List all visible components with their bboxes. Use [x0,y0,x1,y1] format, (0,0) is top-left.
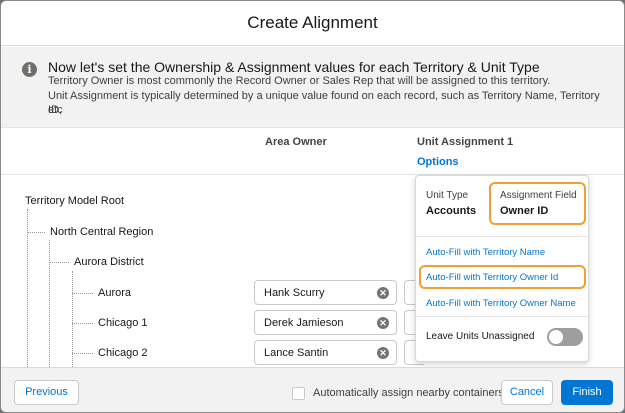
autofill-territory-owner-name-link[interactable]: Auto-Fill with Territory Owner Name [426,298,576,309]
modal-header: Create Alignment [1,1,624,46]
tree-connector-row [72,353,93,354]
column-header-unit-assignment: Unit Assignment 1 [417,136,514,148]
unit-type-value: Accounts [426,205,477,217]
autofill-territory-owner-id-link[interactable]: Auto-Fill with Territory Owner Id [426,272,558,283]
tree-node-territory[interactable]: Chicago 2 [98,347,148,359]
tree-connector-district [49,262,69,263]
tree-node-root[interactable]: Territory Model Root [25,195,124,207]
area-owner-input[interactable]: Hank Scurry ✕ [254,280,397,305]
tree-connector-row [72,323,93,324]
clear-icon[interactable]: ✕ [377,317,389,329]
info-icon: i [22,62,37,77]
tree-node-district[interactable]: Aurora District [74,256,144,268]
leave-unassigned-toggle[interactable] [547,328,583,346]
tree-connector-region-children [49,240,50,367]
auto-assign-label: Automatically assign nearby containers [313,387,504,399]
area-owner-value: Derek Jamieson [264,317,344,329]
assignment-field-value: Owner ID [500,205,549,217]
options-popover: Unit Type Accounts Assignment Field Owne… [415,175,589,362]
column-header-area-owner: Area Owner [265,136,327,148]
options-link[interactable]: Options [417,156,459,168]
info-banner: i Now let's set the Ownership & Assignme… [1,47,624,128]
tree-connector-row [72,293,93,294]
tree-node-territory[interactable]: Chicago 1 [98,317,148,329]
info-line-owner: Territory Owner is most commonly the Rec… [48,75,551,87]
toggle-knob [549,330,563,344]
assignment-field-highlight [489,182,586,225]
create-alignment-modal: Create Alignment i Now let's set the Own… [0,0,625,413]
area-owner-input[interactable]: Derek Jamieson ✕ [254,310,397,335]
autofill-territory-name-link[interactable]: Auto-Fill with Territory Name [426,247,545,258]
unit-type-label: Unit Type [426,190,469,201]
tree-connector-region [27,232,45,233]
popover-divider [416,316,588,317]
tree-node-region[interactable]: North Central Region [50,226,153,238]
area-owner-input[interactable]: Lance Santin ✕ [254,340,397,365]
clear-icon[interactable]: ✕ [377,287,389,299]
modal-footer: Previous Automatically assign nearby con… [1,367,624,412]
info-title: Now let's set the Ownership & Assignment… [48,59,540,75]
auto-assign-checkbox[interactable] [292,387,305,400]
previous-button[interactable]: Previous [14,380,79,405]
area-owner-value: Lance Santin [264,347,329,359]
finish-button[interactable]: Finish [561,380,613,405]
popover-divider [416,236,588,237]
cancel-button[interactable]: Cancel [501,380,553,405]
clear-icon[interactable]: ✕ [377,347,389,359]
modal-title: Create Alignment [247,13,378,32]
assignment-field-label: Assignment Field [500,190,577,201]
tree-node-territory[interactable]: Aurora [98,287,131,299]
area-owner-value: Hank Scurry [264,287,325,299]
info-line-etc: etc [48,104,63,116]
leave-unassigned-label: Leave Units Unassigned [426,331,535,342]
